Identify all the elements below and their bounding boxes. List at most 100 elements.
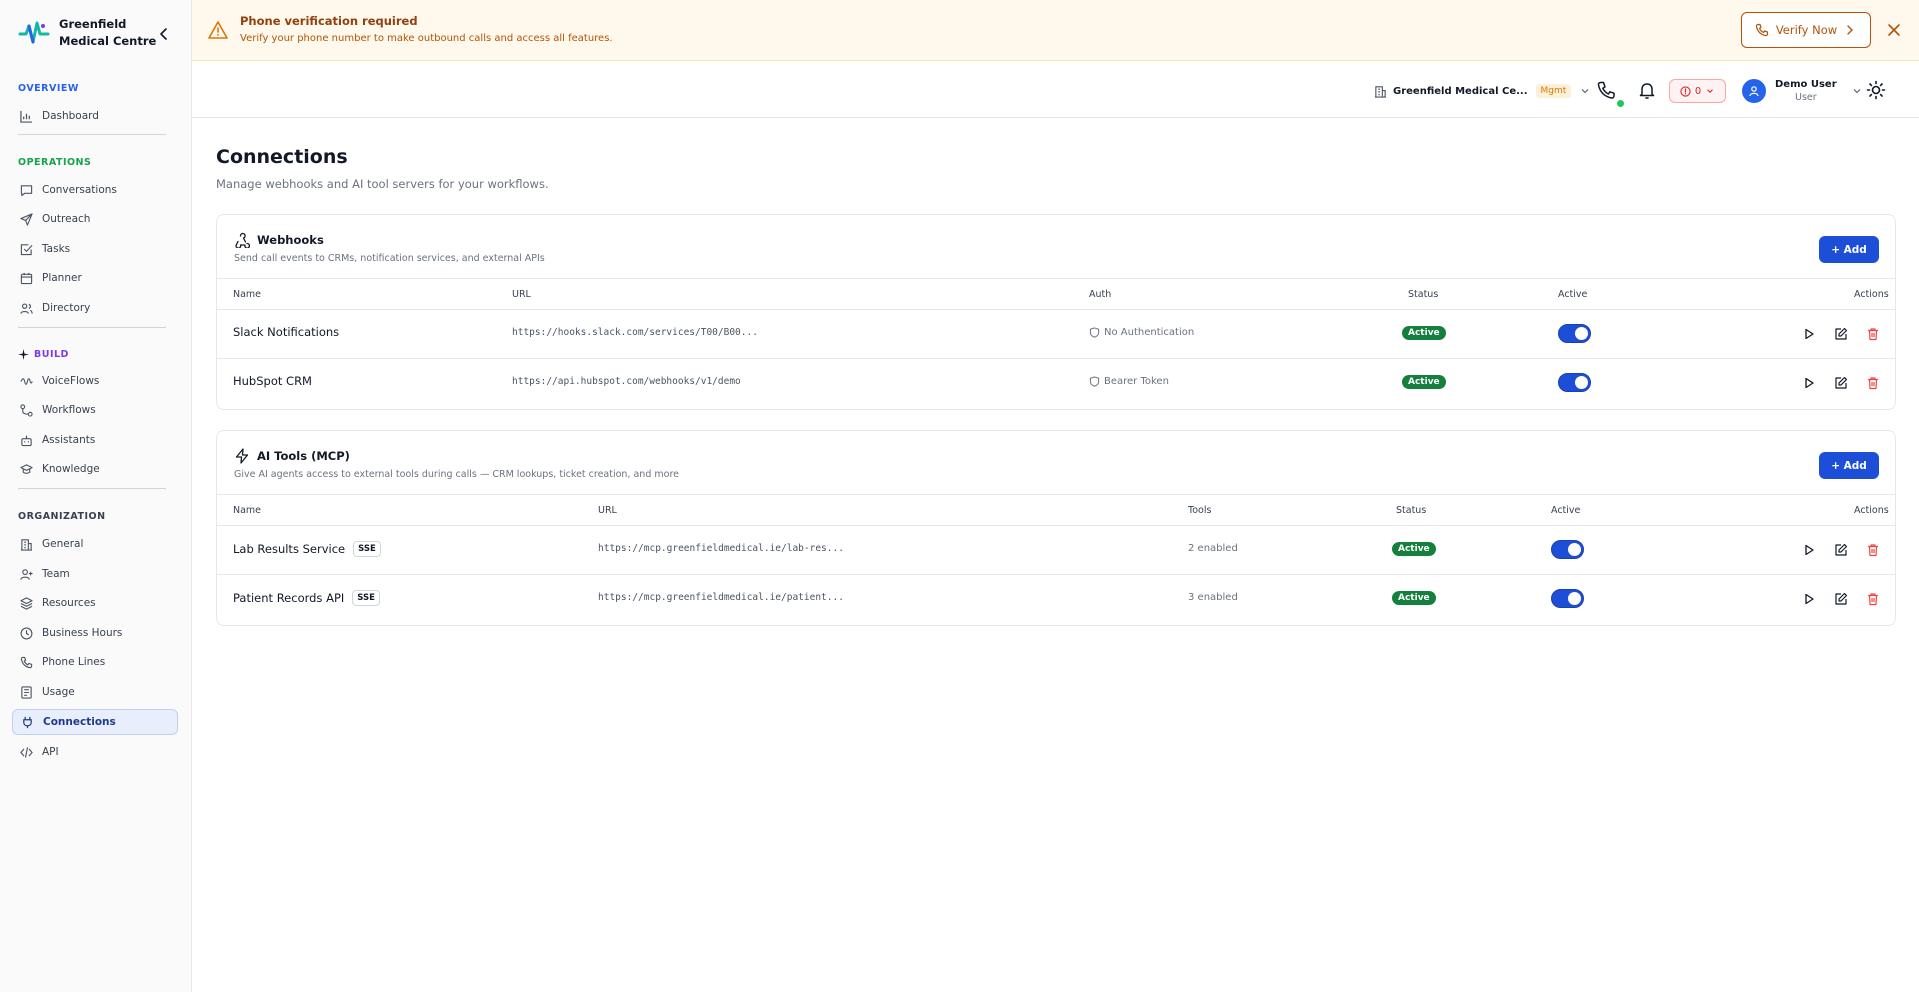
edit-icon[interactable] <box>1834 592 1848 606</box>
sidebar-item-workflows[interactable]: Workflows <box>12 397 178 423</box>
play-icon[interactable] <box>1802 592 1816 606</box>
section-organization: ORGANIZATION <box>18 511 106 522</box>
sidebar-item-usage[interactable]: Usage <box>12 679 178 705</box>
column-status: Status <box>1396 505 1427 516</box>
sidebar-item-connections[interactable]: Connections <box>12 709 178 735</box>
sidebar-item-dashboard[interactable]: Dashboard <box>12 103 178 129</box>
sidebar-item-voiceflows[interactable]: VoiceFlows <box>12 368 178 394</box>
user-icon <box>1749 86 1759 97</box>
sidebar-item-conversations[interactable]: Conversations <box>12 177 178 203</box>
sidebar-item-label: Directory <box>42 302 91 314</box>
status-badge: Active <box>1402 326 1446 340</box>
table-row: Patient Records API SSE https://mcp.gree… <box>217 575 1895 624</box>
sidebar-item-label: Usage <box>42 686 75 698</box>
sidebar-item-resources[interactable]: Resources <box>12 590 178 616</box>
brand[interactable]: Greenfield Medical Centre <box>18 16 159 50</box>
sidebar-item-tasks[interactable]: Tasks <box>12 236 178 262</box>
verify-now-button[interactable]: Verify Now <box>1741 12 1871 48</box>
sidebar-item-general[interactable]: General <box>12 531 178 557</box>
clock-icon <box>20 627 33 639</box>
sidebar-item-label: VoiceFlows <box>42 375 100 387</box>
audio-wave-icon <box>20 377 33 385</box>
shield-icon <box>1089 376 1100 387</box>
close-icon[interactable] <box>1886 22 1902 38</box>
alerts-dropdown[interactable]: 0 <box>1669 79 1726 103</box>
column-active: Active <box>1551 505 1581 516</box>
status-badge: Active <box>1392 591 1436 605</box>
sidebar-item-assistants[interactable]: Assistants <box>12 427 178 453</box>
sidebar-item-api[interactable]: API <box>12 739 178 765</box>
play-icon[interactable] <box>1802 376 1816 390</box>
org-name: Greenfield Medical Ce... <box>1393 85 1528 97</box>
calendar-icon <box>20 272 33 284</box>
sidebar-item-business-hours[interactable]: Business Hours <box>12 620 178 646</box>
transport-badge: SSE <box>353 541 381 557</box>
webhook-name: HubSpot CRM <box>233 374 312 388</box>
divider <box>18 327 166 328</box>
tool-name: Lab Results Service <box>233 542 346 556</box>
table-header: Name URL Auth Status Active Actions <box>217 279 1895 310</box>
edit-icon[interactable] <box>1834 543 1848 557</box>
receipt-icon <box>21 685 32 699</box>
edit-icon[interactable] <box>1834 376 1848 390</box>
user-menu[interactable]: Demo User User <box>1742 75 1863 107</box>
column-actions: Actions <box>1854 505 1889 516</box>
divider <box>18 488 166 489</box>
sidebar-item-team[interactable]: Team <box>12 561 178 587</box>
webhook-icon <box>235 232 250 248</box>
sidebar-item-outreach[interactable]: Outreach <box>12 206 178 232</box>
column-name: Name <box>233 289 262 300</box>
webhooks-title: Webhooks <box>257 233 324 247</box>
phone-verification-banner: Phone verification required Verify your … <box>192 0 1919 61</box>
active-toggle[interactable] <box>1551 540 1584 559</box>
collapse-sidebar-icon[interactable] <box>156 26 172 42</box>
auth-label: Bearer Token <box>1104 376 1169 387</box>
sidebar-item-directory[interactable]: Directory <box>12 295 178 321</box>
verify-now-label: Verify Now <box>1775 23 1838 37</box>
active-toggle[interactable] <box>1551 589 1584 608</box>
trash-icon[interactable] <box>1866 543 1880 557</box>
plug-icon <box>23 716 32 728</box>
sidebar-item-planner[interactable]: Planner <box>12 265 178 291</box>
page-subtitle: Manage webhooks and AI tool servers for … <box>216 177 549 191</box>
table-row: HubSpot CRM https://api.hubspot.com/webh… <box>217 359 1895 408</box>
org-switcher[interactable]: Greenfield Medical Ce... Mgmt <box>1374 79 1591 103</box>
tool-url: https://mcp.greenfieldmedical.ie/patient… <box>598 592 844 603</box>
chevron-down-icon <box>1581 89 1589 94</box>
sidebar-item-phone-lines[interactable]: Phone Lines <box>12 649 178 675</box>
chevron-down-icon <box>1707 89 1714 94</box>
code-icon <box>20 746 33 758</box>
sidebar-item-knowledge[interactable]: Knowledge <box>12 456 178 482</box>
tools-count: 3 enabled <box>1188 592 1238 603</box>
add-webhook-button[interactable]: + Add <box>1819 236 1879 263</box>
sun-icon[interactable] <box>1866 80 1886 100</box>
phone-icon <box>20 656 33 668</box>
chevron-down-icon <box>1853 89 1861 94</box>
webhook-auth: No Authentication <box>1089 327 1194 338</box>
chevron-right-icon <box>1847 25 1854 35</box>
banner-text: Verify your phone number to make outboun… <box>240 33 613 44</box>
webhooks-description: Send call events to CRMs, notification s… <box>234 253 545 264</box>
trash-icon[interactable] <box>1866 327 1880 341</box>
active-toggle[interactable] <box>1558 373 1591 392</box>
column-name: Name <box>233 505 262 516</box>
table-row: Lab Results Service SSE https://mcp.gree… <box>217 526 1895 575</box>
brand-logo-icon <box>18 21 50 44</box>
sidebar-item-label: Workflows <box>42 404 96 416</box>
trash-icon[interactable] <box>1866 592 1880 606</box>
page-title: Connections <box>216 146 348 168</box>
sidebar-item-label: Phone Lines <box>42 656 106 668</box>
trash-icon[interactable] <box>1866 376 1880 390</box>
play-icon[interactable] <box>1802 543 1816 557</box>
lightning-icon <box>235 448 249 464</box>
sidebar-item-label: Outreach <box>42 213 91 225</box>
phone-call-icon[interactable] <box>1596 80 1616 100</box>
play-icon[interactable] <box>1802 327 1816 341</box>
sidebar-item-label: Resources <box>42 597 96 609</box>
active-toggle[interactable] <box>1558 324 1591 343</box>
bell-icon[interactable] <box>1637 80 1657 100</box>
edit-icon[interactable] <box>1834 327 1848 341</box>
alert-circle-icon <box>1680 85 1691 97</box>
banner-title: Phone verification required <box>240 14 418 28</box>
add-ai-tool-button[interactable]: + Add <box>1819 452 1879 479</box>
